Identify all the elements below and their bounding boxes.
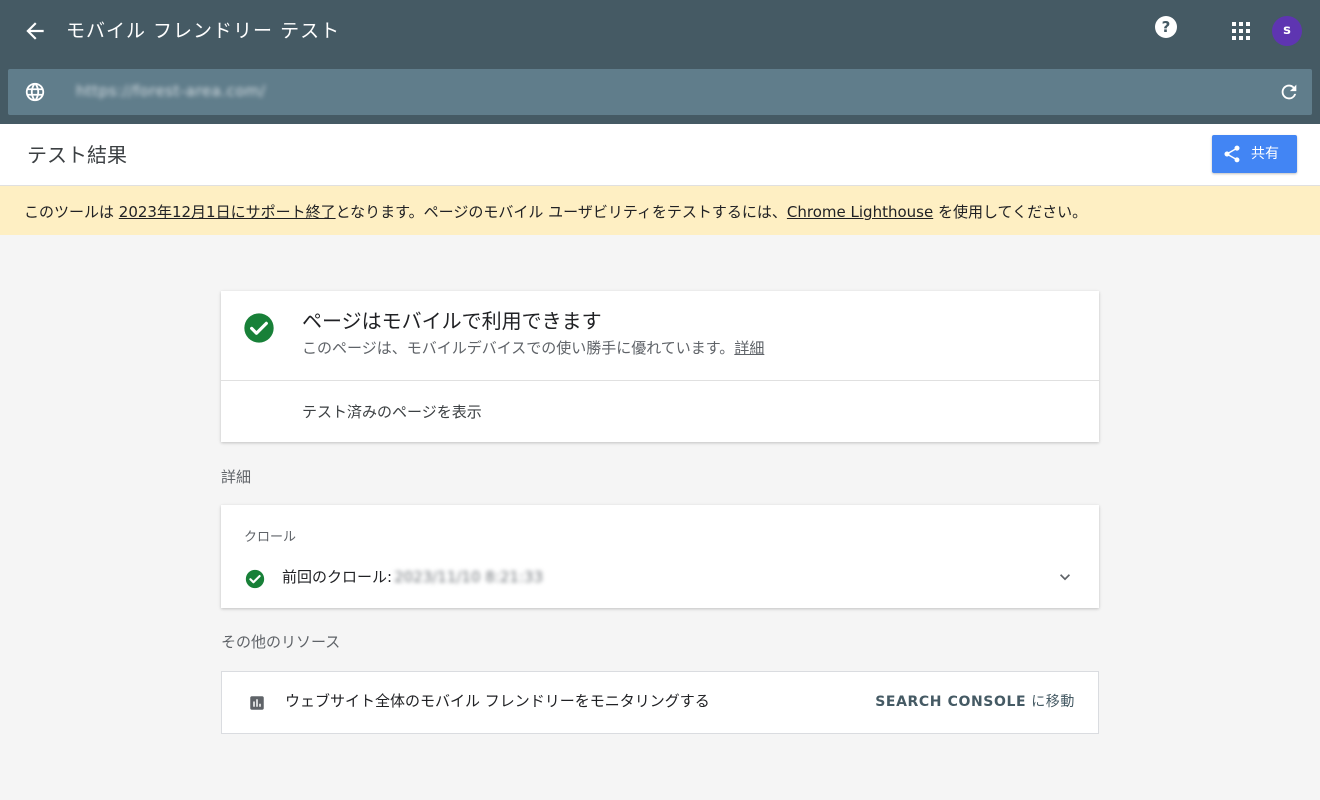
check-circle-icon (245, 569, 265, 589)
apps-grid-icon[interactable] (1231, 21, 1251, 41)
result-card: ページはモバイルで利用できます このページは、モバイルデバイスでの使い勝手に優れ… (221, 291, 1099, 442)
app-title: モバイル フレンドリー テスト (66, 20, 341, 42)
lighthouse-link[interactable]: Chrome Lighthouse (787, 203, 933, 221)
resource-card[interactable]: ウェブサイト全体のモバイル フレンドリーをモニタリングする SEARCH CON… (221, 671, 1099, 734)
crawl-card: クロール 前回のクロール: 2023/11/10 8:21:33 (221, 505, 1099, 608)
top-app-bar: モバイル フレンドリー テスト ? s https://forest-area.… (0, 0, 1320, 124)
resources-section-label: その他のリソース (221, 633, 341, 651)
url-bar: https://forest-area.com/ (8, 69, 1312, 115)
chevron-down-icon[interactable] (1055, 567, 1075, 587)
search-console-link[interactable]: SEARCH CONSOLE に移動 (875, 693, 1075, 711)
divider (221, 380, 1099, 381)
last-crawl: 前回のクロール: 2023/11/10 8:21:33 (282, 567, 543, 587)
check-circle-icon (243, 312, 275, 344)
help-icon[interactable]: ? (1155, 16, 1177, 38)
notice-prefix: このツールは (24, 203, 119, 221)
account-avatar[interactable]: s (1272, 16, 1302, 46)
notice-middle: となります。ページのモバイル ユーザビリティをテストするには、 (335, 203, 787, 221)
back-arrow-icon[interactable] (22, 18, 48, 44)
page-title: テスト結果 (27, 143, 127, 167)
crawl-label: クロール (244, 530, 297, 545)
details-link[interactable]: 詳細 (734, 339, 764, 357)
share-button[interactable]: 共有 (1212, 135, 1297, 173)
deprecation-notice: このツールは 2023年12月1日にサポート終了となります。ページのモバイル ユ… (0, 186, 1320, 235)
view-tested-page-button[interactable]: テスト済みのページを表示 (302, 402, 482, 422)
reload-icon[interactable] (1278, 81, 1300, 103)
result-description-text: このページは、モバイルデバイスでの使い勝手に優れています。 (302, 339, 735, 357)
result-header: テスト結果 共有 (0, 124, 1320, 186)
result-heading: ページはモバイルで利用できます (302, 309, 602, 333)
url-input[interactable]: https://forest-area.com/ (76, 82, 266, 100)
share-icon (1224, 145, 1240, 163)
notice-suffix: を使用してください。 (933, 203, 1088, 221)
search-console-suffix: に移動 (1026, 694, 1075, 710)
search-console-label: SEARCH CONSOLE (875, 694, 1027, 710)
bar-chart-icon (248, 694, 266, 712)
result-description: このページは、モバイルデバイスでの使い勝手に優れています。詳細 (302, 338, 764, 358)
last-crawl-date: 2023/11/10 8:21:33 (394, 568, 544, 586)
details-section-label: 詳細 (221, 468, 252, 486)
resource-text: ウェブサイト全体のモバイル フレンドリーをモニタリングする (285, 692, 710, 710)
last-crawl-label: 前回のクロール: (282, 568, 393, 586)
support-end-link[interactable]: 2023年12月1日にサポート終了 (119, 203, 336, 221)
globe-icon (24, 81, 46, 103)
share-label: 共有 (1251, 146, 1279, 162)
